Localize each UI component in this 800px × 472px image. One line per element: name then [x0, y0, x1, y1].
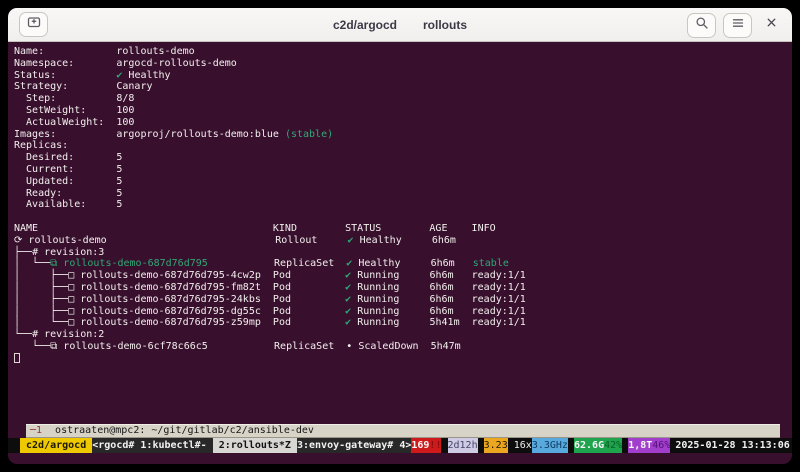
summary-row: Images: argoproj/rollouts-demo:blue (sta… [14, 129, 792, 141]
summary-row: Step: 8/8 [14, 93, 792, 105]
pane-title-body: ─1ostraaten@mpc2: ~/git/gitlab/c2/ansibl… [26, 424, 780, 438]
headerbar[interactable]: c2d/argocd rollouts [8, 8, 792, 42]
byobu-status-bar: c2d/argocd <rgocd# 1:kubectl#- 2:rollout… [8, 438, 792, 453]
summary-row: Namespace: argocd-rollouts-demo [14, 58, 792, 70]
terminal-area[interactable]: Name: rollouts-demoNamespace: argocd-rol… [8, 42, 792, 464]
pane-bar-spacer [8, 424, 26, 438]
summary-row: Current: 5 [14, 164, 792, 176]
summary-row: Strategy: Canary [14, 81, 792, 93]
table-header: NAME KIND STATUS AGE INFO [14, 223, 792, 235]
pane-number: ─1 [30, 425, 42, 436]
table-row: ⟳ rollouts-demo Rollout ✔ Healthy 6h6m [14, 235, 792, 247]
status-segment-window-list-truncated[interactable]: <rgocd# 1:kubectl#- [92, 438, 212, 453]
summary-row: Ready: 5 [14, 188, 792, 200]
status-segment-window-3[interactable]: 3:envoy-gateway# 4> [297, 438, 411, 453]
status-segment-uptime: 2d12h [448, 438, 478, 453]
status-segment-updates-bang: !! [429, 438, 441, 453]
summary-row: ActualWeight: 100 [14, 117, 792, 129]
menu-button[interactable] [723, 13, 752, 38]
summary-row: Name: rollouts-demo [14, 46, 792, 58]
window-title-secondary: rollouts [423, 18, 467, 32]
search-button[interactable] [687, 13, 716, 38]
close-button[interactable] [759, 13, 783, 38]
window-title: c2d/argocd rollouts [8, 8, 792, 42]
summary-row: Replicas: [14, 140, 792, 152]
summary-row: Updated: 5 [14, 176, 792, 188]
window-title-primary: c2d/argocd [333, 18, 397, 32]
table-row: │ ├──□ rollouts-demo-687d76d795-fm82t Po… [14, 282, 792, 294]
pane-title-bar: ─1ostraaten@mpc2: ~/git/gitlab/c2/ansibl… [8, 424, 792, 438]
terminal-cursor [14, 353, 20, 363]
table-row: └──⧉ rollouts-demo-6cf78c66c5 ReplicaSet… [14, 341, 792, 353]
status-segment-load-average: 3.23 [484, 438, 508, 453]
blank-line [14, 211, 792, 223]
summary-row: Status: ✔ Healthy [14, 70, 792, 82]
status-segment-cpu-count: 16x [508, 438, 532, 453]
status-segment-window-active[interactable]: 2:rollouts*Z [213, 438, 297, 453]
status-segment-memory-percent: 42% [604, 438, 622, 453]
table-row: │ ├──□ rollouts-demo-687d76d795-24kbs Po… [14, 294, 792, 306]
table-row: │ ├──□ rollouts-demo-687d76d795-dg55c Po… [14, 306, 792, 318]
table-row: ├──# revision:3 [14, 247, 792, 259]
status-segment-disk-size: 1,8T [628, 438, 652, 453]
close-icon [764, 15, 779, 35]
search-icon [694, 15, 710, 36]
status-segment-session-name[interactable]: c2d/argocd [20, 438, 92, 453]
table-row: └──# revision:2 [14, 329, 792, 341]
status-segment-clock: 2025-01-28 13:13:06 [675, 438, 789, 453]
status-segment-updates-count: 169 [411, 438, 429, 453]
status-segment-disk-percent: 46% [652, 438, 670, 453]
status-segment-memory-size: 62.6G [574, 438, 604, 453]
summary-row: Desired: 5 [14, 152, 792, 164]
terminal-window: c2d/argocd rollouts [8, 8, 792, 464]
table-row: │ └──⧉ rollouts-demo-687d76d795 ReplicaS… [14, 258, 792, 270]
status-segment-cpu-frequency: 3.3GHz [532, 438, 568, 453]
summary-row: SetWeight: 100 [14, 105, 792, 117]
pane-title-text: ostraaten@mpc2: ~/git/gitlab/c2/ansible-… [42, 425, 314, 436]
cursor-line [14, 353, 792, 365]
table-row: │ └──□ rollouts-demo-687d76d795-z59mp Po… [14, 317, 792, 329]
hamburger-menu-icon [730, 15, 746, 36]
terminal-screen[interactable]: Name: rollouts-demoNamespace: argocd-rol… [14, 46, 792, 365]
table-row: │ ├──□ rollouts-demo-687d76d795-4cw2p Po… [14, 270, 792, 282]
summary-row: Available: 5 [14, 199, 792, 211]
